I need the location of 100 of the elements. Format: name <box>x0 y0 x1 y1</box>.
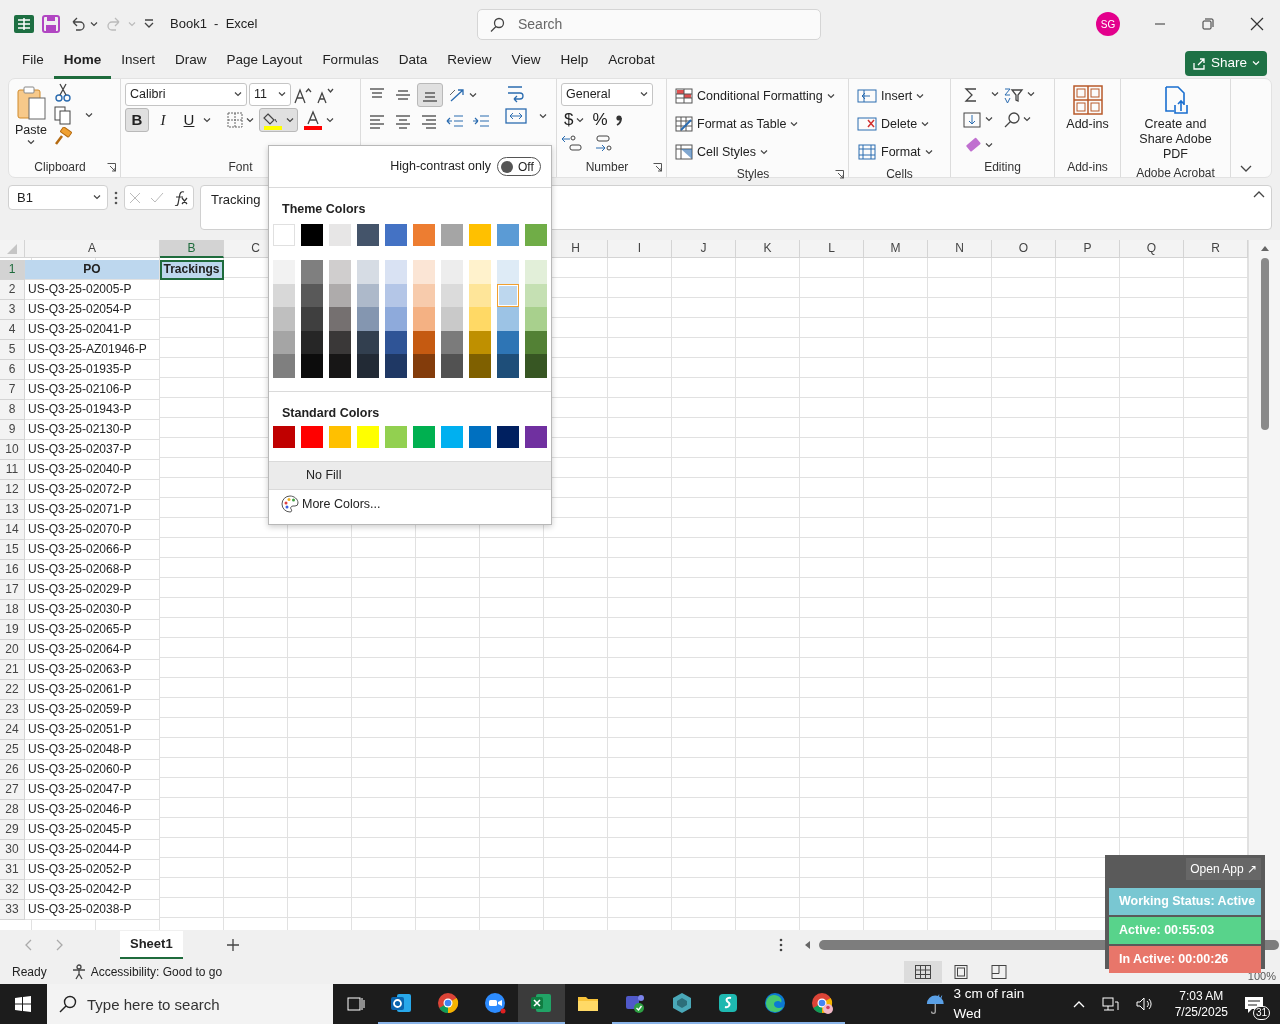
cells-menu-button[interactable]: Insert <box>853 83 946 109</box>
menu-tab[interactable]: Page Layout <box>216 47 313 79</box>
table-cell[interactable]: US-Q3-25-02070-P <box>25 520 160 540</box>
menu-tab[interactable]: View <box>501 47 551 79</box>
bold-button[interactable]: B <box>125 108 149 132</box>
paste-button[interactable]: Paste <box>13 83 49 157</box>
table-cell[interactable]: US-Q3-25-02052-P <box>25 860 160 880</box>
column-header[interactable]: M <box>864 240 928 258</box>
row-number[interactable]: 9 <box>0 420 25 440</box>
row-number[interactable]: 33 <box>0 900 25 920</box>
table-cell[interactable]: US-Q3-25-02061-P <box>25 680 160 700</box>
row-number[interactable]: 26 <box>0 760 25 780</box>
avatar[interactable]: SG <box>1096 12 1120 36</box>
row-number[interactable]: 21 <box>0 660 25 680</box>
font-size-dropdown[interactable]: 11 <box>249 83 291 106</box>
row-number[interactable]: 16 <box>0 560 25 580</box>
row-number[interactable]: 4 <box>0 320 25 340</box>
number-format-dropdown[interactable]: General <box>561 83 653 106</box>
row-number[interactable]: 23 <box>0 700 25 720</box>
column-header[interactable]: Q <box>1120 240 1184 258</box>
table-cell[interactable]: US-Q3-25-02040-P <box>25 460 160 480</box>
row-number[interactable]: 10 <box>0 440 25 460</box>
table-cell[interactable]: US-Q3-25-02044-P <box>25 840 160 860</box>
row-number[interactable]: 7 <box>0 380 25 400</box>
table-cell[interactable]: US-Q3-25-02030-P <box>25 600 160 620</box>
table-cell[interactable]: US-Q3-25-02046-P <box>25 800 160 820</box>
table-cell[interactable]: US-Q3-25-02072-P <box>25 480 160 500</box>
column-header[interactable]: K <box>736 240 800 258</box>
sheet-tab[interactable]: Sheet1 <box>120 931 183 959</box>
menu-tab[interactable]: Formulas <box>312 47 389 79</box>
taskbar-search-field[interactable]: Type here to search <box>47 984 333 1024</box>
row-number[interactable]: 29 <box>0 820 25 840</box>
header-cell[interactable]: Trackings <box>160 260 224 280</box>
column-header[interactable]: N <box>928 240 992 258</box>
open-app-button[interactable]: Open App ↗ <box>1186 858 1261 880</box>
row-number[interactable]: 5 <box>0 340 25 360</box>
column-header[interactable]: I <box>608 240 672 258</box>
table-cell[interactable]: US-Q3-25-02060-P <box>25 760 160 780</box>
name-box[interactable]: B1 <box>8 185 108 210</box>
table-cell[interactable]: US-Q3-25-02065-P <box>25 620 160 640</box>
accessibility-status[interactable]: Accessibility: Good to go <box>90 963 223 981</box>
styles-menu-button[interactable]: Conditional Formatting <box>671 83 844 109</box>
row-number[interactable]: 13 <box>0 500 25 520</box>
menu-tab[interactable]: Help <box>550 47 599 79</box>
menu-tab[interactable]: Draw <box>165 47 217 79</box>
row-number[interactable]: 30 <box>0 840 25 860</box>
table-cell[interactable]: US-Q3-25-02048-P <box>25 740 160 760</box>
row-number[interactable]: 28 <box>0 800 25 820</box>
weather-text[interactable]: 3 cm of rain Wed <box>953 983 1049 1024</box>
column-header[interactable]: O <box>992 240 1056 258</box>
menu-tab[interactable]: Insert <box>111 47 166 79</box>
clock-time[interactable]: 7:03 AM <box>1174 987 1229 1004</box>
header-cell[interactable]: PO <box>25 260 160 280</box>
table-cell[interactable]: US-Q3-25-02051-P <box>25 720 160 740</box>
row-number[interactable]: 22 <box>0 680 25 700</box>
high-contrast-toggle[interactable]: Off <box>497 157 541 176</box>
row-number[interactable]: 20 <box>0 640 25 660</box>
table-cell[interactable]: US-Q3-25-02068-P <box>25 560 160 580</box>
table-cell[interactable]: US-Q3-25-02005-P <box>25 280 160 300</box>
row-number[interactable]: 15 <box>0 540 25 560</box>
row-number[interactable]: 32 <box>0 880 25 900</box>
table-cell[interactable]: US-Q3-25-02054-P <box>25 300 160 320</box>
table-cell[interactable]: US-Q3-25-02029-P <box>25 580 160 600</box>
cells-menu-button[interactable]: Delete <box>853 111 946 137</box>
no-fill-option[interactable]: No Fill <box>269 460 551 490</box>
menu-tab[interactable]: Acrobat <box>598 47 665 79</box>
table-cell[interactable]: US-Q3-25-02047-P <box>25 780 160 800</box>
table-cell[interactable]: US-Q3-25-02037-P <box>25 440 160 460</box>
row-number[interactable]: 8 <box>0 400 25 420</box>
currency-button[interactable]: $ <box>561 108 588 132</box>
row-number[interactable]: 18 <box>0 600 25 620</box>
menu-tab[interactable]: File <box>12 47 54 79</box>
column-header[interactable]: A <box>25 240 160 258</box>
row-number[interactable]: 1 <box>0 260 25 280</box>
row-number[interactable]: 27 <box>0 780 25 800</box>
menu-tab[interactable]: Data <box>388 47 438 79</box>
more-colors-option[interactable]: More Colors... <box>269 489 387 518</box>
table-cell[interactable]: US-Q3-25-02064-P <box>25 640 160 660</box>
percent-button[interactable]: % <box>589 108 611 132</box>
clock-date[interactable]: 7/25/2025 <box>1174 1004 1229 1021</box>
row-number[interactable]: 24 <box>0 720 25 740</box>
formula-text[interactable]: Tracking <box>211 190 261 210</box>
column-header[interactable]: P <box>1056 240 1120 258</box>
table-cell[interactable]: US-Q3-25-02041-P <box>25 320 160 340</box>
table-cell[interactable]: US-Q3-25-AZ01946-P <box>25 340 160 360</box>
table-cell[interactable]: US-Q3-25-02130-P <box>25 420 160 440</box>
row-number[interactable]: 3 <box>0 300 25 320</box>
add-ins-button[interactable]: Add-ins <box>1059 83 1116 157</box>
column-header[interactable]: R <box>1184 240 1248 258</box>
column-header[interactable]: J <box>672 240 736 258</box>
create-pdf-button[interactable]: Create and Share Adobe PDF <box>1125 83 1226 164</box>
table-cell[interactable]: US-Q3-25-01935-P <box>25 360 160 380</box>
table-cell[interactable]: US-Q3-25-02071-P <box>25 500 160 520</box>
font-name-dropdown[interactable]: Calibri <box>125 83 247 106</box>
share-button[interactable]: Share <box>1184 50 1267 76</box>
row-number[interactable]: 31 <box>0 860 25 880</box>
table-cell[interactable]: US-Q3-25-02063-P <box>25 660 160 680</box>
styles-menu-button[interactable]: Format as Table <box>671 111 844 137</box>
italic-button[interactable]: I <box>151 108 175 132</box>
table-cell[interactable]: US-Q3-25-02059-P <box>25 700 160 720</box>
